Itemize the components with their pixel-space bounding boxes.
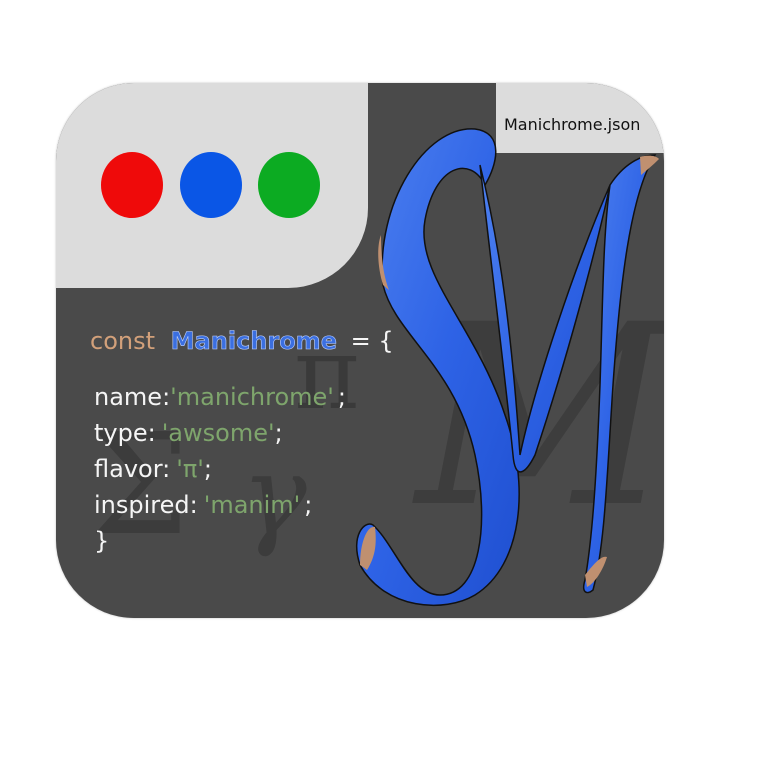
m-tip-top-right [640,155,659,175]
code-value: 'awsome' [161,419,275,447]
code-key: type: [94,419,156,447]
code-line-name: name:'manichrome'; [94,383,346,411]
code-keyword: const [90,327,156,355]
code-line-type: type:'awsome'; [94,419,283,447]
app-icon-canvas: Σ π γ M Manichrome.json const Manichrome… [0,0,768,768]
code-value: 'manim' [203,491,301,519]
code-line-flavor: flavor:'π'; [94,455,212,483]
code-value: 'manichrome' [170,383,334,411]
code-key: inspired: [94,491,198,519]
blue-window-dot[interactable] [180,152,242,218]
m-logo-icon [355,128,659,607]
code-declaration-line: const Manichrome = { [90,327,394,356]
code-end: ; [203,455,212,483]
title-bar-panel [56,83,368,288]
code-identifier: Manichrome [170,327,337,356]
code-close-brace: } [94,527,110,555]
green-window-dot[interactable] [258,152,320,218]
code-key: name: [94,383,171,411]
code-line-inspired: inspired:'manim'; [94,491,312,519]
code-end: ; [337,383,346,411]
m-left-stroke [355,128,520,607]
red-window-dot[interactable] [101,152,163,218]
code-end: ; [274,419,283,447]
code-end: ; [304,491,313,519]
code-key: flavor: [94,455,171,483]
code-value: 'π' [176,455,204,483]
